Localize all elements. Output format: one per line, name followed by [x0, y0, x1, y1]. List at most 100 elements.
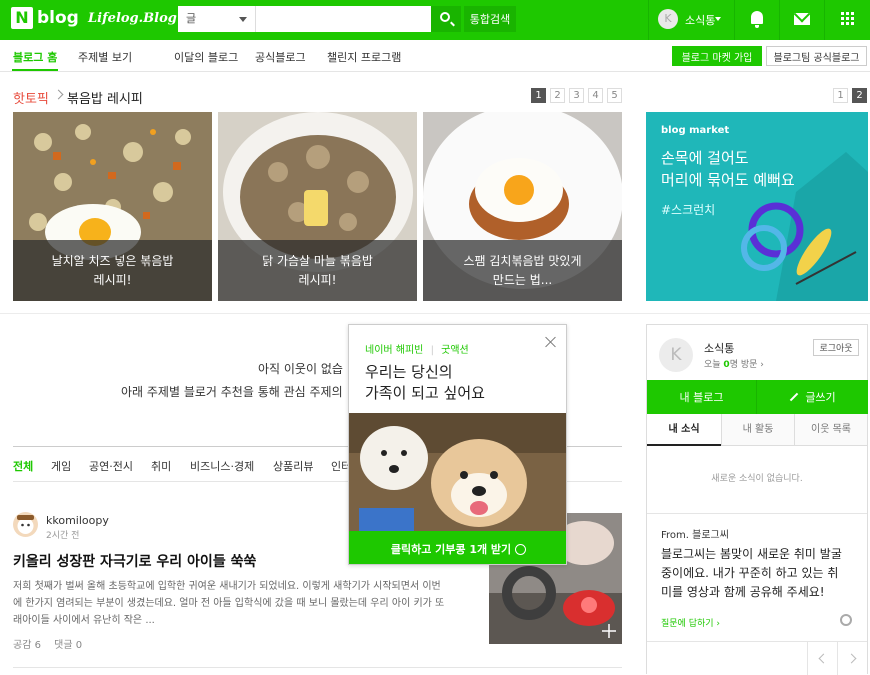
user-name[interactable]: 소식통	[685, 12, 715, 28]
popup-headline-line: 가족이 되고 싶어요	[365, 384, 485, 402]
popup-tag: 네이버 해피빈 | 굿액션	[365, 341, 469, 356]
topic-page-4[interactable]: 4	[588, 88, 603, 103]
popup-headline-line: 우리는 당신의	[365, 363, 453, 381]
category-all[interactable]: 전체	[13, 458, 33, 474]
write-button[interactable]: 글쓰기	[757, 380, 868, 414]
market-page-2[interactable]: 2	[852, 88, 867, 103]
category-hobby[interactable]: 취미	[151, 458, 171, 474]
donation-popup: 네이버 해피빈 | 굿액션 우리는 당신의 가족이 되고 싶어요 클릭하고 기부…	[348, 324, 567, 565]
notification-button[interactable]	[735, 0, 779, 40]
topic-page-5[interactable]: 5	[607, 88, 622, 103]
search-scope-select[interactable]: 글	[178, 6, 256, 32]
topic-card-1[interactable]: 날치알 치즈 넣은 볶음밥 레시피!	[13, 112, 212, 301]
nav-item-topics[interactable]: 주제별 보기	[78, 49, 132, 65]
official-blog-button[interactable]: 블로그팀 공식블로그	[766, 46, 867, 66]
market-hashtag: #스크런치	[661, 203, 716, 217]
top-header: N blog Lifelog.Blog 글 통합검색 K 소식통	[0, 0, 870, 40]
my-blog-button[interactable]: 내 블로그	[647, 380, 757, 414]
market-page-1[interactable]: 1	[833, 88, 848, 103]
category-performance[interactable]: 공연·전시	[89, 458, 133, 474]
topic-card-caption: 닭 가슴살 마늘 볶음밥 레시피!	[218, 240, 417, 301]
bean-icon	[515, 543, 527, 555]
answer-label: 질문에 답하기	[661, 619, 714, 629]
category-business[interactable]: 비즈니스·경제	[190, 458, 254, 474]
avatar[interactable]: K	[659, 338, 693, 372]
avatar[interactable]: K	[658, 9, 678, 29]
search-button[interactable]	[431, 6, 461, 32]
blog-logo[interactable]: blog	[37, 8, 79, 28]
comment-count[interactable]: 댓글 0	[54, 640, 82, 651]
post-excerpt[interactable]: 저희 첫째가 벌써 올해 초등학교에 입학한 귀여운 새내기가 되었네요. 이렇…	[13, 578, 478, 629]
post-title[interactable]: 키올리 성장판 자극기로 우리 아이들 쑥쑥	[13, 551, 256, 571]
main-nav: 블로그 홈 주제별 보기 이달의 블로그 공식블로그 챌린지 프로그램 블로그 …	[0, 40, 870, 72]
search-icon	[440, 12, 450, 22]
chevron-right-icon	[53, 89, 64, 100]
nav-item-challenge[interactable]: 챌린지 프로그램	[327, 49, 401, 65]
gear-icon[interactable]	[840, 614, 852, 626]
sidebar-divider	[647, 513, 867, 514]
next-button[interactable]	[837, 641, 867, 675]
bell-icon	[751, 11, 763, 28]
nav-active-indicator	[12, 69, 58, 71]
chevron-down-icon	[239, 17, 247, 22]
write-label: 글쓰기	[805, 391, 836, 404]
nav-item-official-blog[interactable]: 공식블로그	[255, 49, 306, 65]
blog-market-banner[interactable]: blog market 손목에 걸어도 머리에 묶어도 예뻐요 #스크런치	[646, 112, 868, 301]
market-brand: blog market	[661, 125, 730, 136]
caption-line: 만드는 법...	[492, 273, 553, 287]
close-icon[interactable]	[544, 335, 558, 349]
popup-tag-happybean: 네이버 해피빈	[365, 345, 424, 356]
hot-topic-title: 볶음밥 레시피	[67, 92, 143, 107]
message-line: 블로그씨는 봄맞이 새로운 취미 발굴	[661, 547, 842, 561]
post-time: 2시간 전	[46, 531, 80, 541]
like-count[interactable]: 공감 6	[13, 640, 41, 651]
tab-my-activity[interactable]: 내 활동	[721, 414, 794, 446]
header-divider	[648, 0, 649, 40]
lifelog-logo[interactable]: Lifelog.Blog	[88, 11, 177, 26]
excerpt-line: 래아이들 사이에서 유난히 작은 ...	[13, 615, 155, 626]
caption-line: 레시피!	[93, 273, 132, 287]
section-divider	[0, 313, 870, 314]
hot-topic-label[interactable]: 핫토픽	[13, 88, 49, 107]
topic-page-3[interactable]: 3	[569, 88, 584, 103]
popup-headline: 우리는 당신의 가족이 되고 싶어요	[365, 362, 485, 404]
market-line: 손목에 걸어도	[661, 149, 749, 167]
category-review[interactable]: 상품리뷰	[273, 458, 313, 474]
no-news-text: 새로운 소식이 없습니다.	[711, 474, 803, 484]
blog-market-join-button[interactable]: 블로그 마켓 가입	[672, 46, 762, 66]
nav-item-blog-home[interactable]: 블로그 홈	[13, 49, 57, 65]
tab-my-news[interactable]: 내 소식	[647, 414, 721, 446]
message-from: From. 블로그씨	[661, 530, 729, 541]
profile-sidebar: K 소식통 오늘 0명 방문 › 로그아웃 내 블로그 글쓰기 내 소식 내 활…	[646, 324, 868, 675]
chevron-down-icon[interactable]	[715, 17, 721, 21]
mail-icon	[794, 13, 810, 25]
pencil-icon	[790, 392, 799, 402]
previous-button[interactable]	[807, 641, 837, 675]
tab-neighbor-list[interactable]: 이웃 목록	[794, 414, 867, 446]
avatar[interactable]	[13, 512, 38, 537]
category-game[interactable]: 게임	[51, 458, 71, 474]
apps-button[interactable]	[825, 0, 869, 40]
grid-icon	[841, 12, 855, 26]
caption-line: 닭 가슴살 마늘 볶음밥	[262, 254, 373, 268]
post-author[interactable]: kkomiloopy	[46, 514, 109, 527]
post-divider	[13, 667, 622, 668]
topic-page-2[interactable]: 2	[550, 88, 565, 103]
search-input[interactable]	[256, 6, 431, 32]
topic-card-3[interactable]: 스팸 김치볶음밥 맛있게 만드는 법...	[423, 112, 622, 301]
donate-bean-button[interactable]: 클릭하고 기부콩 1개 받기	[349, 531, 566, 564]
nav-item-monthly-blog[interactable]: 이달의 블로그	[174, 49, 238, 65]
logout-button[interactable]: 로그아웃	[813, 339, 859, 356]
sidebar-user-name[interactable]: 소식통	[704, 340, 734, 356]
caption-line: 레시피!	[298, 273, 337, 287]
mail-button[interactable]	[780, 0, 824, 40]
topic-card-2[interactable]: 닭 가슴살 마늘 볶음밥 레시피!	[218, 112, 417, 301]
empty-neighbor-notice: 아직 이웃이 없습	[258, 362, 343, 376]
today-visit[interactable]: 오늘 0명 방문 ›	[704, 357, 764, 370]
answer-question-link[interactable]: 질문에 답하기 ›	[661, 616, 720, 629]
integrated-search-button[interactable]: 통합검색	[464, 6, 516, 32]
visit-prefix: 오늘	[704, 360, 724, 370]
topic-page-1[interactable]: 1	[531, 88, 546, 103]
blogc-message: 블로그씨는 봄맞이 새로운 취미 발굴 중이에요. 내가 꾸준히 하고 있는 취…	[661, 545, 857, 602]
naver-logo[interactable]: N	[11, 7, 33, 29]
